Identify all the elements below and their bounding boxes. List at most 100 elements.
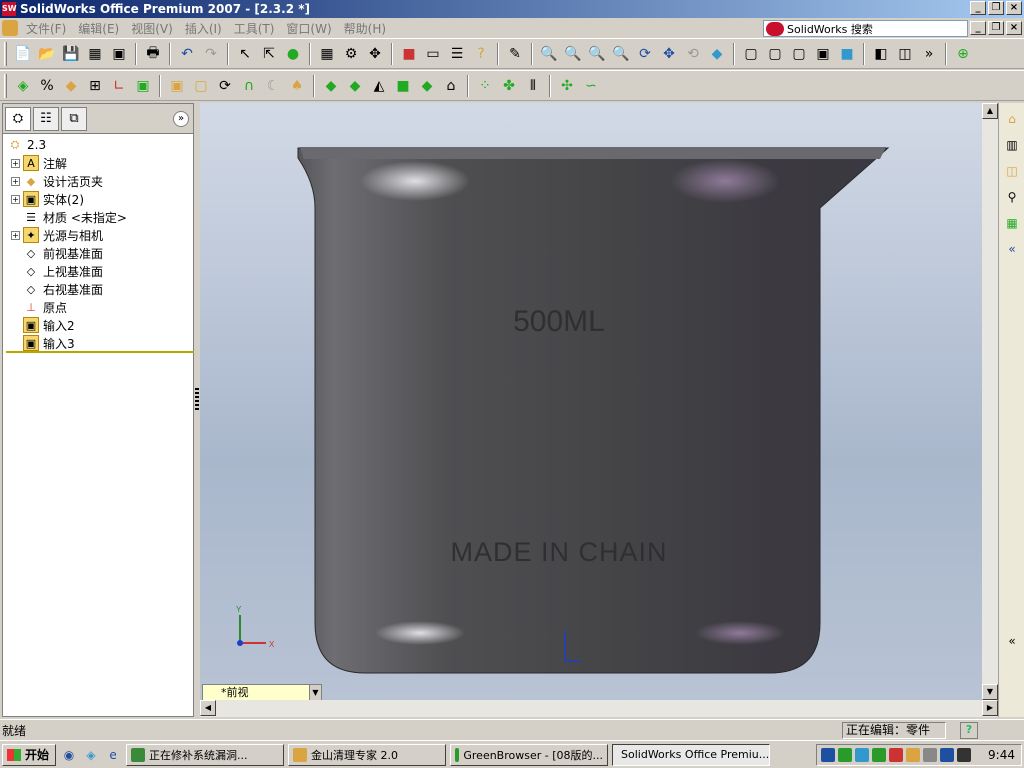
select-icon[interactable]: ↖ [234,43,256,65]
tree-item-right-plane[interactable]: ◇ 右视基准面 [3,280,193,298]
scroll-up-icon[interactable]: ▲ [982,103,998,119]
tree-item-front-plane[interactable]: ◇ 前视基准面 [3,244,193,262]
tab-property-manager[interactable]: ☷ [33,106,59,131]
curves-icon[interactable]: ✣ [556,75,578,97]
expand-icon[interactable]: + [11,158,20,168]
task-solidworks[interactable]: SolidWorks Office Premiu... [612,743,771,766]
expand-icon[interactable]: + [11,194,20,204]
menu-file[interactable]: 文件(F) [20,20,72,37]
3d-box-icon[interactable]: ■ [398,43,420,65]
help-icon[interactable]: ? [470,43,492,65]
solidworks-app-icon[interactable]: SW [2,2,17,16]
revolve-icon[interactable]: ⟳ [214,75,236,97]
reference-geometry-icon[interactable]: ⊞ [84,75,106,97]
options-icon[interactable]: ⚙ [340,43,362,65]
sketch-icon[interactable]: ✎ [504,43,526,65]
zoom-area-icon[interactable]: 🔍 [562,43,584,65]
shell-icon[interactable]: ◆ [344,75,366,97]
tree-item-design-binder[interactable]: + ◆ 设计活页夹 [3,172,193,190]
print-preview-icon[interactable]: ▦ [84,43,106,65]
scroll-down-icon[interactable]: ▼ [982,684,998,700]
sweep-icon[interactable]: ∩ [238,75,260,97]
shaded-icon[interactable]: ■ [836,43,858,65]
beaker-model[interactable]: 500ML MADE IN CHAIN Y X [200,103,982,700]
tree-item-top-plane[interactable]: ◇ 上视基准面 [3,262,193,280]
expand-icon[interactable]: + [11,230,20,240]
options-list-icon[interactable]: ☰ [446,43,468,65]
chamfer-icon[interactable]: ◆ [320,75,342,97]
tree-item-import3[interactable]: ▣ 输入3 [3,334,193,352]
draft-icon[interactable]: ◭ [368,75,390,97]
internet-explorer-icon[interactable]: e [104,746,122,764]
tray-icon-5[interactable] [906,748,920,762]
search-input[interactable]: SolidWorks 搜索 [787,21,873,37]
tree-item-solid-bodies[interactable]: + ▣ 实体(2) [3,190,193,208]
shadows-icon[interactable]: ◧ [870,43,892,65]
tree-item-lights-cameras[interactable]: + ✦ 光源与相机 [3,226,193,244]
tray-icon-7[interactable] [940,748,954,762]
extrude-icon[interactable]: ◈ [12,75,34,97]
tree-item-import2[interactable]: ▣ 输入2 [3,316,193,334]
features-icon[interactable]: ▣ [132,75,154,97]
expand-taskpane-icon[interactable]: « [1002,631,1022,651]
quicklaunch-icon-1[interactable]: ◉ [60,746,78,764]
clock[interactable]: 9:44 [988,748,1015,762]
select-filter-icon[interactable]: ⇱ [258,43,280,65]
make-drawing-icon[interactable]: ▣ [108,43,130,65]
menu-edit[interactable]: 编辑(E) [72,20,125,37]
minimize-button[interactable]: _ [970,1,986,15]
tree-item-origin[interactable]: ⊥ 原点 [3,298,193,316]
toolbox-icon[interactable]: ⊕ [952,43,974,65]
dimension-icon[interactable]: % [36,75,58,97]
loft-icon[interactable]: ☾ [262,75,284,97]
task-system-patch[interactable]: 正在修补系统漏洞... [126,743,285,766]
tray-arrow-icon[interactable] [821,748,835,762]
edit-appearance-icon[interactable]: ✥ [364,43,386,65]
hidden-lines-visible-icon[interactable]: ▢ [764,43,786,65]
hole-icon[interactable]: ◆ [416,75,438,97]
fillet-icon[interactable]: ♠ [286,75,308,97]
grid-icon[interactable]: ▦ [316,43,338,65]
search-icon[interactable]: ⚲ [1002,187,1022,207]
new-file-icon[interactable]: 📄 [12,43,34,65]
hidden-lines-removed-icon[interactable]: ▢ [788,43,810,65]
rib-icon[interactable]: ■ [392,75,414,97]
graphics-area[interactable]: 500ML MADE IN CHAIN Y X [200,103,982,700]
zoom-in-out-icon[interactable]: 🔍 [586,43,608,65]
more-toolbar-icon[interactable]: » [918,43,940,65]
quicklaunch-icon-2[interactable]: ◈ [82,746,100,764]
expand-icon[interactable]: + [11,176,20,186]
menu-view[interactable]: 视图(V) [125,20,179,37]
document-icon[interactable] [2,20,18,36]
save-icon[interactable]: 💾 [60,43,82,65]
shaded-with-edges-icon[interactable]: ▣ [812,43,834,65]
surface-icon[interactable]: ∽ [580,75,602,97]
menu-help[interactable]: 帮助(H) [338,20,392,37]
tray-icon-6[interactable] [923,748,937,762]
view-dropdown-icon[interactable]: ▼ [309,685,321,701]
tray-icon-4[interactable] [889,748,903,762]
tree-item-annotations[interactable]: + A 注解 [3,154,193,172]
menu-tools[interactable]: 工具(T) [228,20,281,37]
pan-icon[interactable]: ✥ [658,43,680,65]
doc-close-button[interactable]: × [1006,21,1022,35]
rebuild-icon[interactable]: ● [282,43,304,65]
undo-icon[interactable]: ↶ [176,43,198,65]
search-box[interactable]: SolidWorks 搜索 [763,20,968,37]
collapse-taskpane-icon[interactable]: « [1002,239,1022,259]
window-layout-icon[interactable]: ▭ [422,43,444,65]
wireframe-icon[interactable]: ▢ [740,43,762,65]
rollback-bar[interactable] [6,351,194,353]
restore-button[interactable]: ❐ [988,1,1004,15]
horizontal-scrollbar[interactable]: ◀ ▶ [200,700,998,717]
open-file-icon[interactable]: 📂 [36,43,58,65]
tree-root[interactable]: ⛭ 2.3 [3,136,193,154]
tray-icon-1[interactable] [838,748,852,762]
scroll-right-icon[interactable]: ▶ [982,700,998,716]
design-library-icon[interactable]: ▥ [1002,135,1022,155]
menu-insert[interactable]: 插入(I) [179,20,228,37]
vertical-scrollbar[interactable]: ▲ ▼ [982,103,998,700]
view-palette-icon[interactable]: ▦ [1002,213,1022,233]
linear-pattern-icon[interactable]: ⁘ [474,75,496,97]
doc-minimize-button[interactable]: _ [970,21,986,35]
